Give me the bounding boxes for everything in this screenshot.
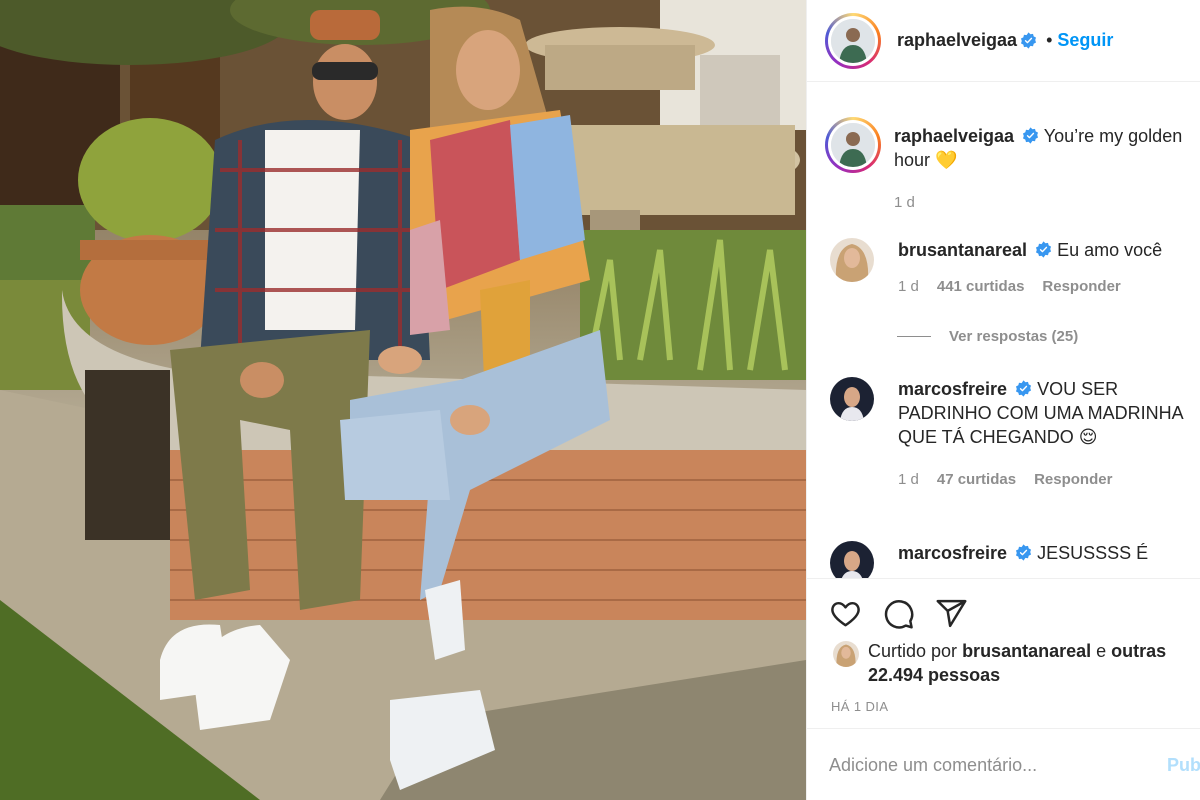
liker-avatar[interactable]	[833, 641, 859, 667]
comment-item: marcosfreire JESUSSSS É	[825, 541, 1200, 578]
caption-username[interactable]: raphaelveigaa	[894, 126, 1014, 146]
comment-input[interactable]	[829, 754, 1137, 776]
comments-list[interactable]: raphaelveigaa You’re my golden hour 💛 1 …	[807, 83, 1200, 578]
commenter-avatar[interactable]	[830, 238, 874, 282]
view-replies-line	[897, 336, 931, 337]
post-header: raphaelveigaa • Seguir	[807, 0, 1200, 82]
comment-username[interactable]: marcosfreire	[898, 543, 1007, 563]
comment-time[interactable]: 1 d	[898, 471, 919, 488]
comment-username[interactable]: marcosfreire	[898, 379, 1007, 399]
author-avatar[interactable]	[825, 12, 881, 69]
follow-button[interactable]: Seguir	[1057, 30, 1113, 51]
liker-avatar-image	[833, 641, 859, 667]
add-comment-bar: Pub	[807, 728, 1200, 800]
comment-icon[interactable]	[882, 597, 915, 630]
action-icons	[829, 597, 968, 630]
verified-badge-icon	[1016, 380, 1032, 397]
post-side-panel: raphaelveigaa • Seguir raphaelveigaa You…	[806, 0, 1200, 800]
verified-badge-icon	[1021, 32, 1037, 49]
comment-likes[interactable]: 441 curtidas	[937, 278, 1025, 295]
caption-avatar-image	[831, 123, 875, 167]
reply-button[interactable]: Responder	[1042, 278, 1120, 295]
comment-username[interactable]: brusantanareal	[898, 240, 1027, 260]
liked-by-user[interactable]: brusantanareal	[962, 641, 1091, 661]
liked-by: Curtido por brusantanareal e outras 22.4…	[833, 639, 1168, 687]
share-icon[interactable]	[935, 597, 968, 630]
photo-illustration	[0, 0, 806, 800]
comment-time[interactable]: 1 d	[898, 278, 919, 295]
publish-button[interactable]: Pub	[1167, 755, 1200, 776]
caption-avatar[interactable]	[825, 117, 881, 173]
view-replies-label: Ver respostas (25)	[949, 328, 1079, 345]
liked-by-prefix: Curtido por	[868, 641, 958, 661]
comment-item: marcosfreire VOU SER PADRINHO COM UMA MA…	[825, 377, 1200, 488]
post-actions: Curtido por brusantanareal e outras 22.4…	[807, 578, 1200, 800]
comment-item: brusantanareal Eu amo você 1 d 441 curti…	[825, 238, 1200, 295]
commenter-avatar-image	[830, 377, 874, 421]
comment-text: JESUSSSS É	[1037, 543, 1149, 563]
commenter-avatar[interactable]	[830, 377, 874, 421]
author-avatar-image	[831, 18, 875, 63]
comment-text: Eu amo você	[1057, 240, 1163, 260]
reply-button[interactable]: Responder	[1034, 471, 1112, 488]
author-username[interactable]: raphaelveigaa	[897, 30, 1017, 51]
verified-badge-icon	[1023, 127, 1039, 144]
caption: raphaelveigaa You’re my golden hour 💛 1 …	[825, 117, 1200, 211]
comment-likes[interactable]: 47 curtidas	[937, 471, 1016, 488]
post-date[interactable]: HÁ 1 DIA	[831, 699, 888, 714]
comment-emoji: 😌	[1078, 427, 1098, 447]
liked-by-conj: e	[1096, 641, 1107, 661]
separator-dot: •	[1046, 30, 1053, 50]
post-photo[interactable]	[0, 0, 806, 800]
caption-time[interactable]: 1 d	[894, 194, 915, 211]
heart-icon[interactable]	[829, 597, 862, 630]
commenter-avatar-image	[830, 238, 874, 282]
view-replies-button[interactable]: Ver respostas (25)	[897, 328, 1078, 345]
caption-emoji: 💛	[935, 150, 958, 170]
commenter-avatar-image	[830, 541, 874, 578]
verified-badge-icon	[1016, 544, 1032, 561]
verified-badge-icon	[1036, 241, 1052, 258]
commenter-avatar[interactable]	[830, 541, 874, 578]
